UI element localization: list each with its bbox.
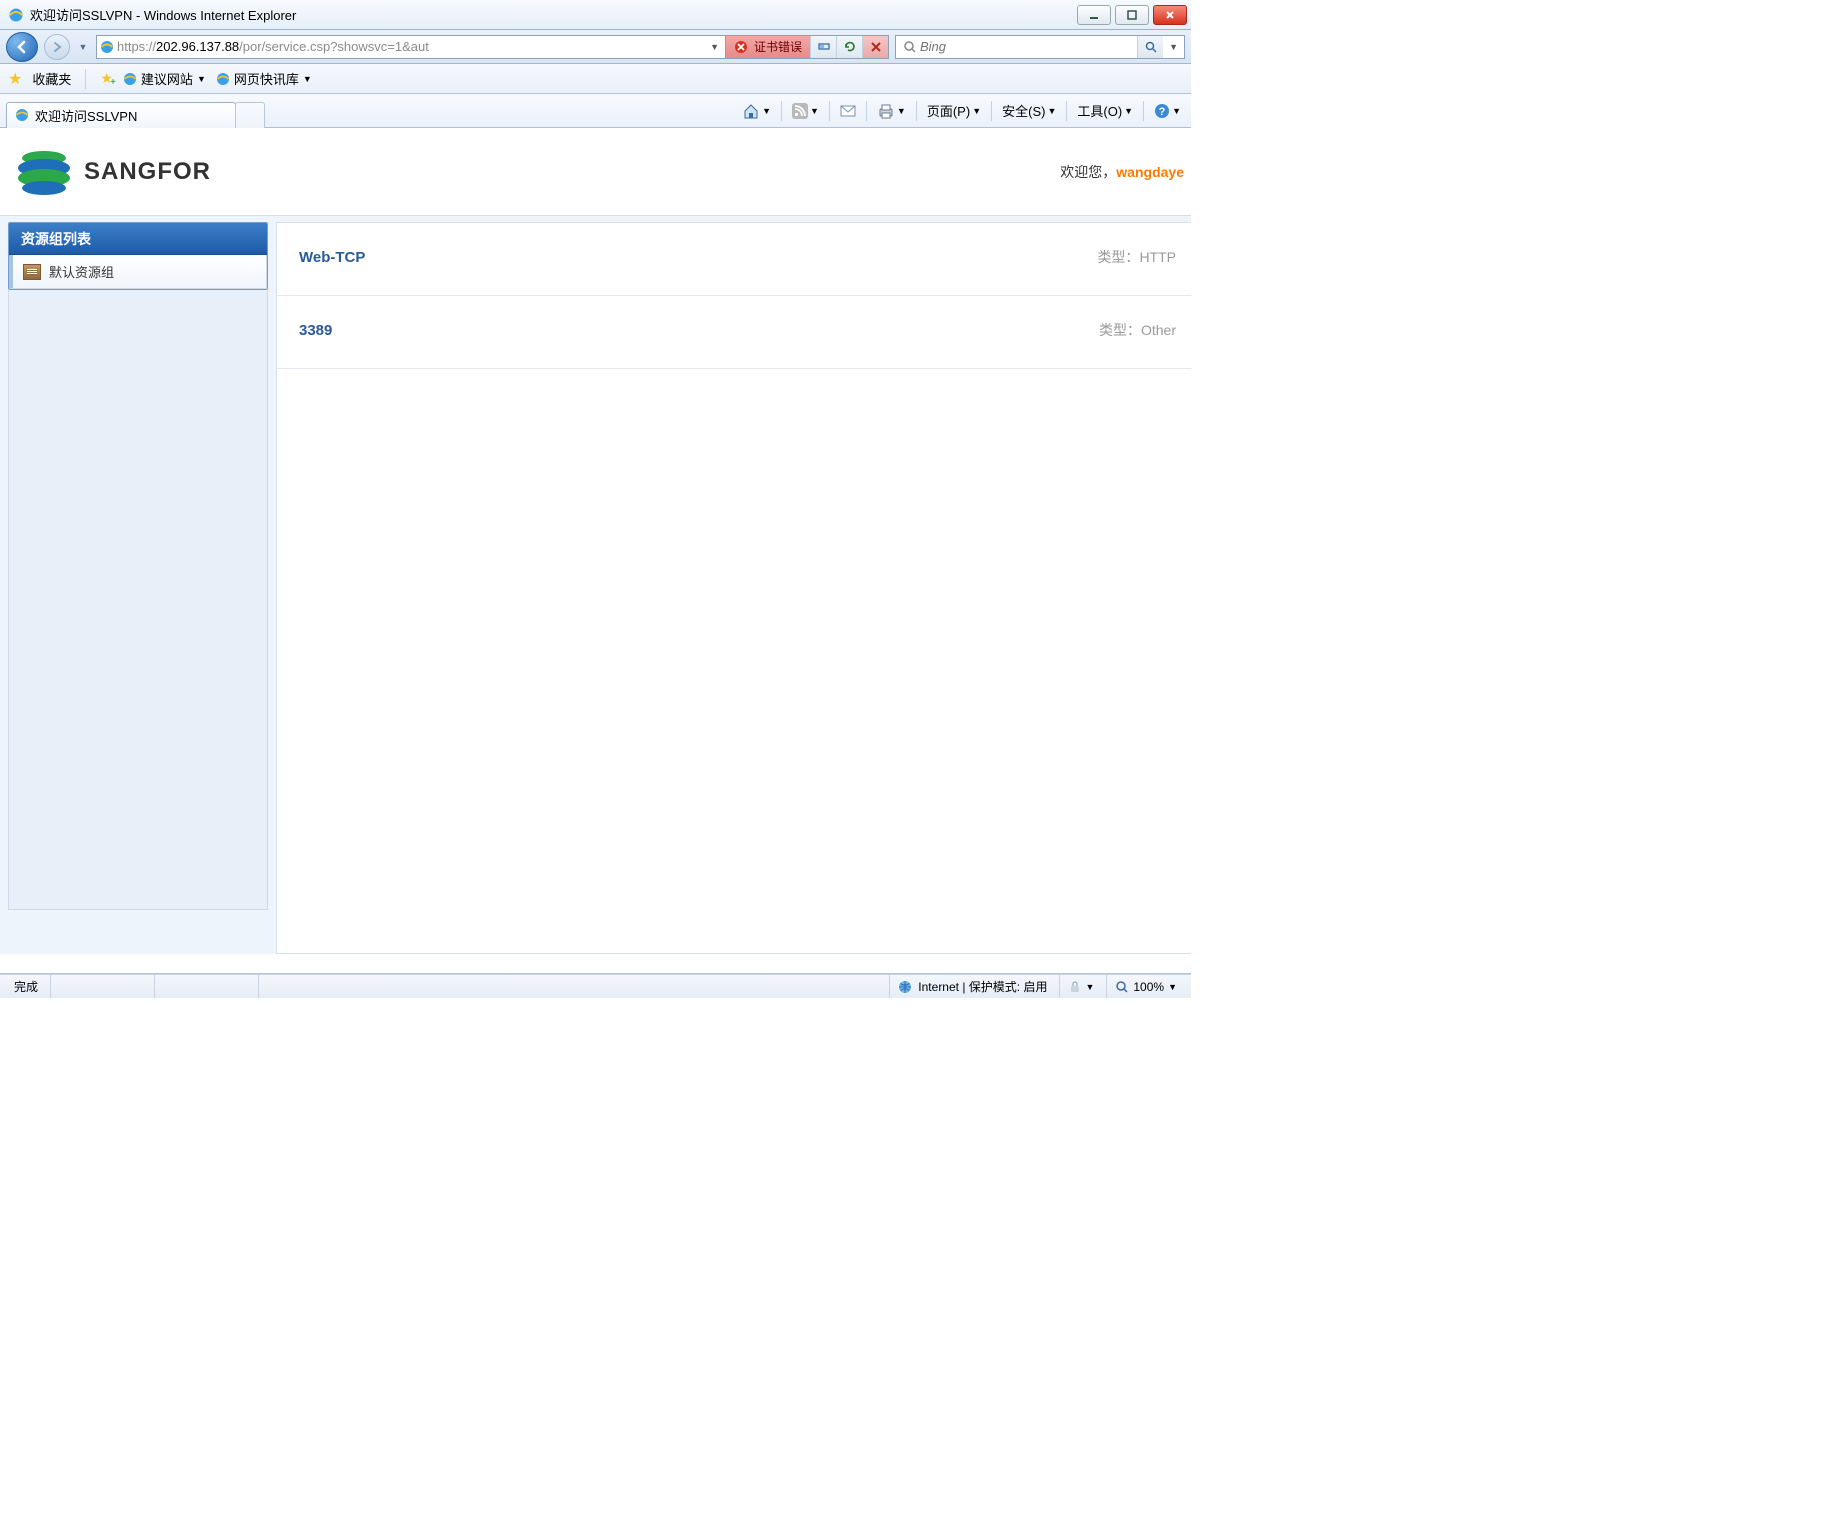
- compat-view-button[interactable]: [810, 36, 836, 58]
- help-icon: ?: [1154, 103, 1170, 119]
- resource-row[interactable]: 3389 类型：Other: [277, 296, 1191, 369]
- zone-label: Internet | 保护模式: 启用: [918, 978, 1047, 995]
- brand-text: SANGFOR: [84, 158, 211, 186]
- certificate-error-badge[interactable]: 证书错误: [725, 36, 810, 58]
- search-go-icon: [1145, 41, 1157, 53]
- window-title: 欢迎访问SSLVPN - Windows Internet Explorer: [30, 5, 296, 24]
- home-button[interactable]: ▼: [738, 101, 775, 121]
- security-zone[interactable]: Internet | 保护模式: 启用: [889, 975, 1055, 998]
- safety-menu[interactable]: 安全(S) ▼: [998, 99, 1060, 122]
- window-minimize-button[interactable]: [1077, 5, 1111, 25]
- page-favicon-icon: [97, 40, 117, 54]
- resource-row[interactable]: Web-TCP 类型：HTTP: [277, 223, 1191, 296]
- sidebar: 资源组列表 默认资源组: [8, 222, 268, 954]
- page-viewport: SANGFOR 欢迎您，wangdaye 资源组列表 默认资源组: [0, 128, 1191, 974]
- command-bar: 欢迎访问SSLVPN ▼ ▼ ▼ 页面(P) ▼ 安全(S) ▼ 工具(O) ▼…: [0, 94, 1191, 128]
- internet-zone-icon: [898, 980, 912, 994]
- sidebar-empty-area: [8, 290, 268, 910]
- ie-logo-icon: [8, 7, 24, 23]
- window-titlebar: 欢迎访问SSLVPN - Windows Internet Explorer: [0, 0, 1191, 30]
- resource-group-icon: [23, 264, 41, 280]
- tools-menu[interactable]: 工具(O) ▼: [1073, 99, 1137, 122]
- resource-type: 类型：HTTP: [1097, 247, 1176, 267]
- sidebar-title: 资源组列表: [9, 223, 267, 255]
- username: wangdaye: [1116, 164, 1184, 180]
- address-bar[interactable]: https://202.96.137.88/por/service.csp?sh…: [96, 35, 889, 59]
- search-go-button[interactable]: [1137, 36, 1163, 58]
- suggested-sites-menu[interactable]: 建议网站 ▼: [123, 69, 206, 88]
- feeds-button[interactable]: ▼: [788, 101, 823, 121]
- search-icon: [900, 40, 920, 54]
- stop-button[interactable]: [862, 36, 888, 58]
- address-dropdown[interactable]: ▼: [704, 42, 725, 52]
- tab-favicon-icon: [15, 108, 29, 122]
- address-url: https://202.96.137.88/por/service.csp?sh…: [117, 39, 704, 54]
- certificate-error-label: 证书错误: [754, 38, 802, 55]
- ie-small-icon: [216, 72, 230, 86]
- favorites-label[interactable]: 收藏夹: [32, 69, 71, 88]
- refresh-icon: [843, 40, 857, 54]
- resource-name: 3389: [299, 322, 332, 339]
- navigation-bar: ▼ https://202.96.137.88/por/service.csp?…: [0, 30, 1191, 64]
- rss-icon: [792, 103, 808, 119]
- resource-list: Web-TCP 类型：HTTP 3389 类型：Other: [276, 222, 1191, 954]
- search-input[interactable]: [920, 39, 1137, 54]
- window-maximize-button[interactable]: [1115, 5, 1149, 25]
- stop-icon: [870, 41, 882, 53]
- page-menu[interactable]: 页面(P) ▼: [923, 99, 985, 122]
- sidebar-item-default-group[interactable]: 默认资源组: [9, 255, 267, 289]
- home-icon: [742, 103, 760, 119]
- search-provider-dropdown[interactable]: ▼: [1163, 42, 1184, 52]
- tab-title: 欢迎访问SSLVPN: [35, 106, 137, 125]
- print-button[interactable]: ▼: [873, 101, 910, 121]
- compat-view-icon: [817, 40, 831, 54]
- new-tab-button[interactable]: [235, 102, 265, 128]
- favorites-star-icon[interactable]: ★: [8, 69, 22, 89]
- print-icon: [877, 103, 895, 119]
- mail-icon: [840, 104, 856, 118]
- read-mail-button[interactable]: [836, 102, 860, 120]
- status-bar: 完成 Internet | 保护模式: 启用 ▼ 100% ▼: [0, 974, 1191, 998]
- sidebar-item-label: 默认资源组: [49, 262, 114, 281]
- back-button[interactable]: [6, 32, 38, 62]
- refresh-button[interactable]: [836, 36, 862, 58]
- zoom-icon: [1115, 980, 1129, 994]
- add-favorites-icon: ★+: [100, 70, 113, 87]
- window-close-button[interactable]: [1153, 5, 1187, 25]
- app-header: SANGFOR 欢迎您，wangdaye: [0, 128, 1191, 216]
- resource-type: 类型：Other: [1099, 320, 1176, 340]
- search-box[interactable]: ▼: [895, 35, 1185, 59]
- ie-small-icon: [123, 72, 137, 86]
- nav-history-dropdown[interactable]: ▼: [76, 42, 90, 52]
- lock-dim-icon: [1068, 980, 1082, 994]
- status-text: 完成: [6, 975, 46, 998]
- forward-button[interactable]: [44, 34, 70, 60]
- horizontal-scroll[interactable]: SANGFOR 欢迎您，wangdaye 资源组列表 默认资源组: [0, 128, 1191, 973]
- zoom-control[interactable]: 100% ▼: [1106, 975, 1185, 998]
- help-button[interactable]: ? ▼: [1150, 101, 1185, 121]
- welcome-text: 欢迎您，wangdaye: [1060, 162, 1184, 182]
- add-to-favorites-button[interactable]: ★+: [100, 70, 113, 87]
- protected-mode-indicator[interactable]: ▼: [1059, 975, 1102, 998]
- web-slice-menu[interactable]: 网页快讯库 ▼: [216, 69, 312, 88]
- zoom-value: 100%: [1133, 980, 1164, 994]
- svg-text:?: ?: [1159, 106, 1166, 118]
- favorites-bar: ★ 收藏夹 ★+ 建议网站 ▼ 网页快讯库 ▼: [0, 64, 1191, 94]
- sangfor-logo-icon: [16, 144, 72, 200]
- resource-name: Web-TCP: [299, 249, 365, 266]
- shield-error-icon: [734, 40, 748, 54]
- browser-tab[interactable]: 欢迎访问SSLVPN: [6, 102, 236, 128]
